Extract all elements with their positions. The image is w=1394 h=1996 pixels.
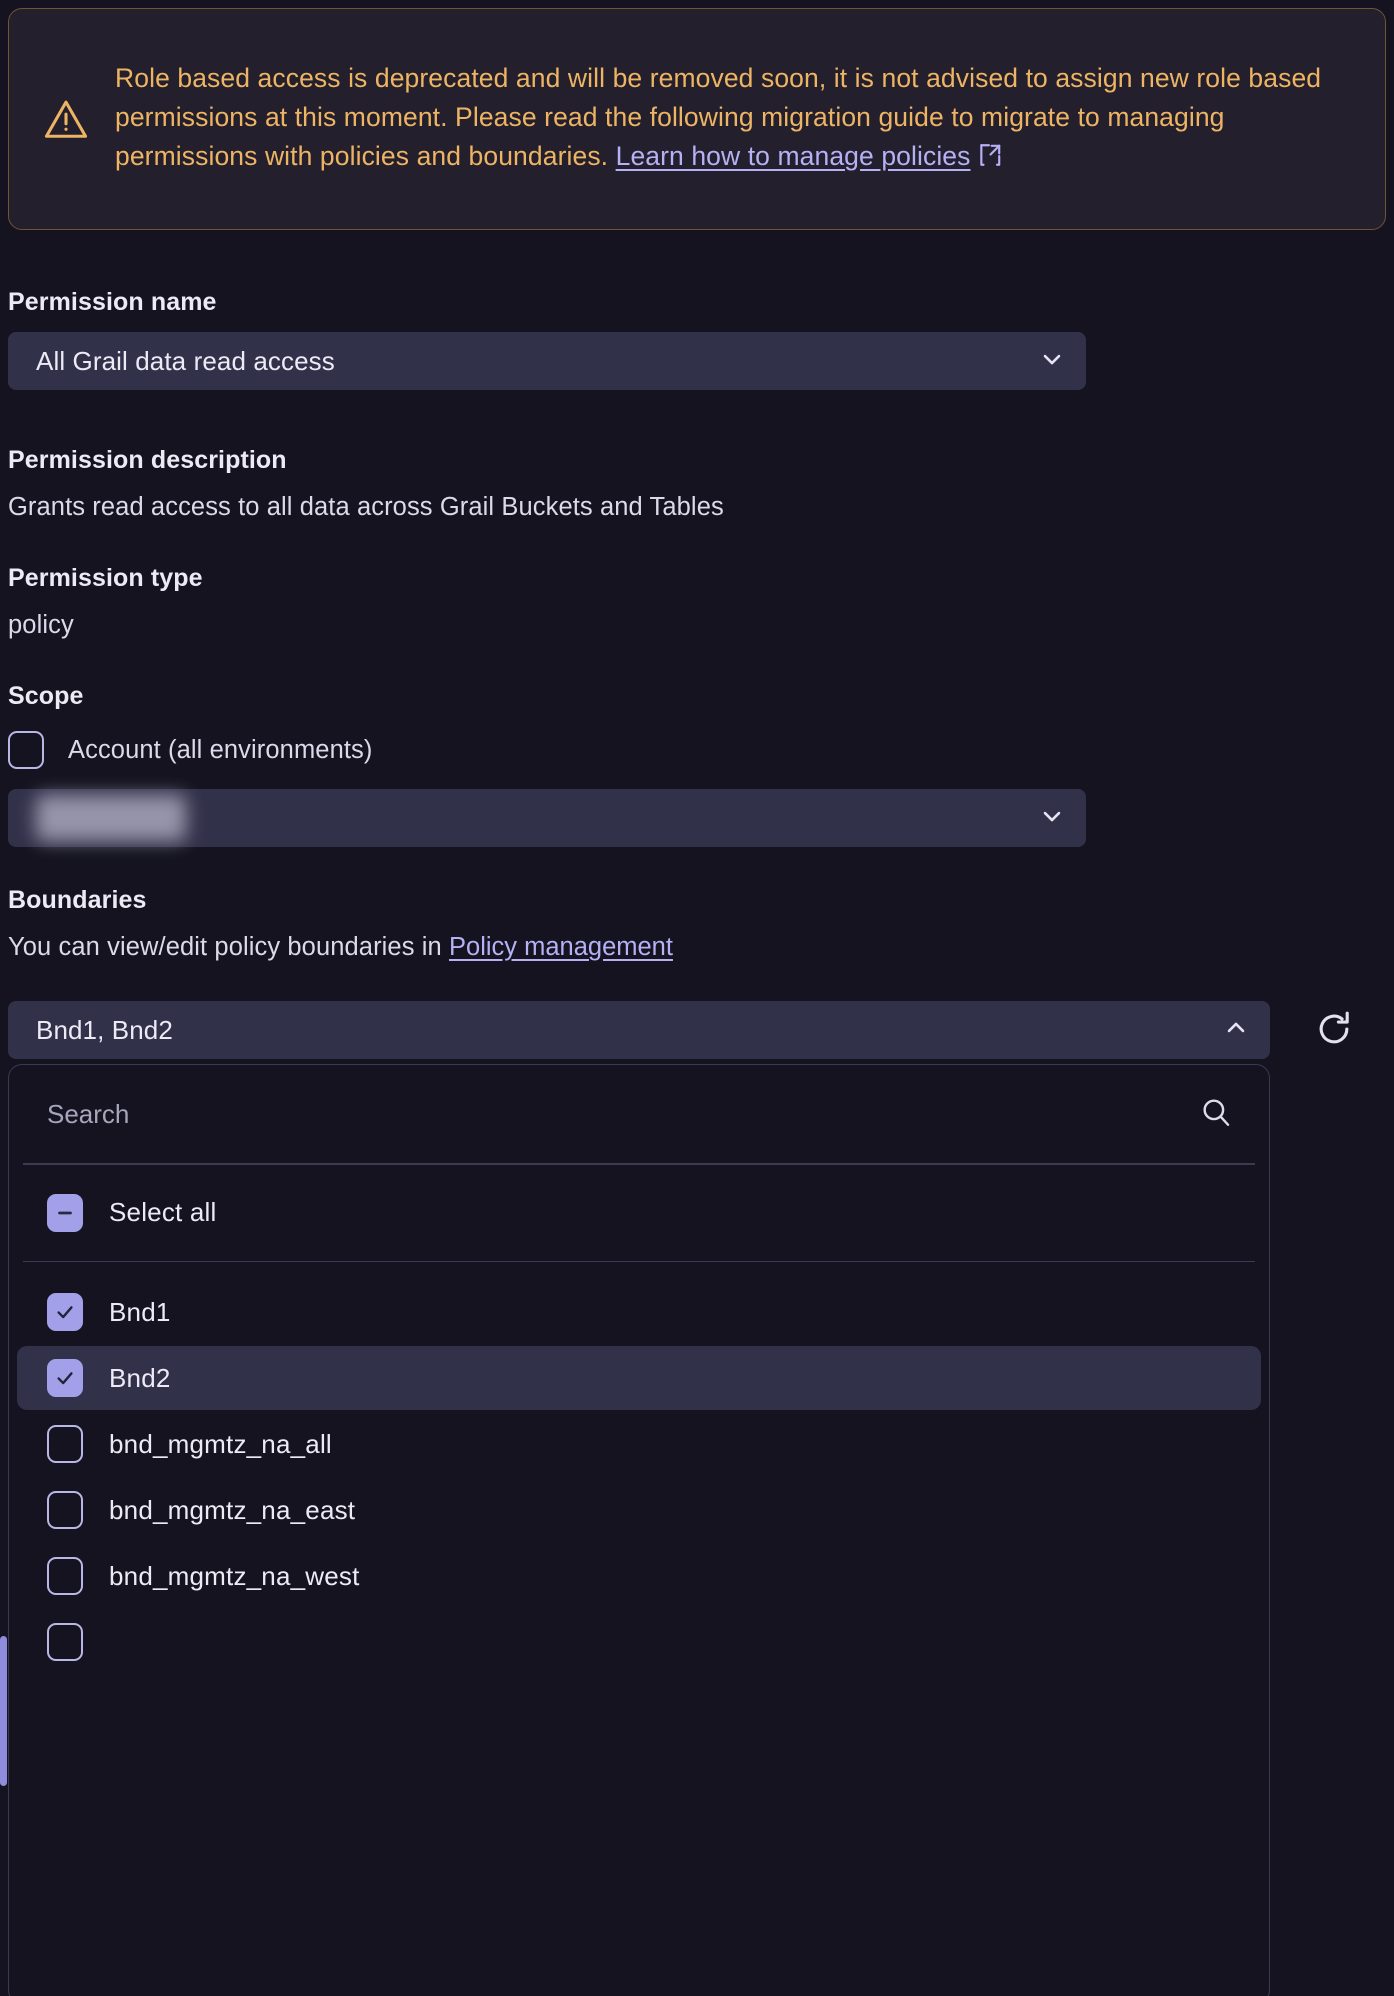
scope-account-label: Account (all environments) bbox=[68, 736, 372, 765]
list-item[interactable]: Bnd2 bbox=[17, 1346, 1261, 1410]
list-item[interactable]: Bnd1 bbox=[17, 1280, 1261, 1344]
list-item[interactable]: bnd_mgmtz_na_east bbox=[17, 1478, 1261, 1542]
permission-name-select[interactable]: All Grail data read access bbox=[8, 332, 1086, 390]
permission-type-value: policy bbox=[8, 611, 74, 639]
list-item-partial[interactable] bbox=[17, 1610, 1261, 1674]
external-link-icon bbox=[977, 140, 1003, 179]
chevron-up-icon[interactable] bbox=[1222, 1014, 1250, 1047]
option-checkbox[interactable] bbox=[47, 1557, 83, 1595]
scope-label-wrap: Scope bbox=[8, 682, 84, 711]
permission-type-label: Permission type bbox=[8, 564, 203, 592]
boundaries-help-text-prefix: You can view/edit policy boundaries in bbox=[8, 933, 449, 961]
scope-environment-redacted-value bbox=[36, 795, 186, 841]
select-all-checkbox[interactable] bbox=[47, 1194, 83, 1232]
warning-triangle-icon bbox=[43, 96, 89, 142]
permission-type-value-wrap: policy bbox=[8, 611, 74, 640]
boundaries-label-wrap: Boundaries bbox=[8, 886, 147, 915]
scope-account-checkbox[interactable] bbox=[8, 731, 44, 769]
refresh-icon[interactable] bbox=[1312, 1038, 1356, 1055]
deprecation-warning-banner: Role based access is deprecated and will… bbox=[8, 8, 1386, 230]
policy-management-link[interactable]: Policy management bbox=[449, 933, 673, 961]
permission-description-label-wrap: Permission description bbox=[8, 446, 287, 475]
boundaries-dropdown-panel: Select all Bnd1 Bnd2 bnd_mgmtz_na_all bn… bbox=[8, 1064, 1270, 1996]
boundaries-refresh-button[interactable] bbox=[1312, 1007, 1356, 1056]
list-item[interactable]: bnd_mgmtz_na_all bbox=[17, 1412, 1261, 1476]
permission-name-label-wrap: Permission name bbox=[8, 288, 217, 317]
option-checkbox[interactable] bbox=[47, 1491, 83, 1529]
chevron-down-icon[interactable] bbox=[1038, 802, 1066, 835]
boundaries-select-value: Bnd1, Bnd2 bbox=[36, 1015, 1222, 1046]
option-label: Bnd1 bbox=[109, 1297, 171, 1328]
permission-name-label: Permission name bbox=[8, 288, 217, 316]
scope-account-checkbox-row[interactable]: Account (all environments) bbox=[8, 731, 372, 769]
search-icon[interactable] bbox=[1199, 1095, 1233, 1134]
option-checkbox[interactable] bbox=[47, 1425, 83, 1463]
chevron-down-icon[interactable] bbox=[1038, 345, 1066, 378]
permission-description-value-wrap: Grants read access to all data across Gr… bbox=[8, 493, 724, 522]
scope-label: Scope bbox=[8, 682, 84, 710]
select-all-label: Select all bbox=[109, 1197, 217, 1228]
option-label: Bnd2 bbox=[109, 1363, 171, 1394]
permission-description-label: Permission description bbox=[8, 446, 287, 474]
dropdown-scrollbar[interactable] bbox=[0, 1636, 7, 1786]
warning-message: Role based access is deprecated and will… bbox=[115, 59, 1355, 179]
option-checkbox[interactable] bbox=[47, 1623, 83, 1661]
option-label: bnd_mgmtz_na_all bbox=[109, 1429, 332, 1460]
boundaries-search-row[interactable] bbox=[9, 1065, 1269, 1163]
learn-how-to-manage-policies-link[interactable]: Learn how to manage policies bbox=[616, 141, 971, 171]
option-label: bnd_mgmtz_na_west bbox=[109, 1561, 360, 1592]
permission-type-label-wrap: Permission type bbox=[8, 564, 203, 593]
boundaries-label: Boundaries bbox=[8, 886, 147, 914]
option-label: bnd_mgmtz_na_east bbox=[109, 1495, 355, 1526]
permission-name-value: All Grail data read access bbox=[36, 346, 1038, 377]
scope-environment-select[interactable] bbox=[8, 789, 1086, 847]
select-all-row[interactable]: Select all bbox=[17, 1177, 1261, 1249]
list-item[interactable]: bnd_mgmtz_na_west bbox=[17, 1544, 1261, 1608]
dropdown-divider-top bbox=[23, 1163, 1255, 1165]
boundaries-search-input[interactable] bbox=[47, 1099, 1199, 1130]
option-checkbox[interactable] bbox=[47, 1359, 83, 1397]
boundaries-select[interactable]: Bnd1, Bnd2 bbox=[8, 1001, 1270, 1059]
dropdown-divider-options bbox=[23, 1261, 1255, 1263]
option-checkbox[interactable] bbox=[47, 1293, 83, 1331]
boundaries-help-text: You can view/edit policy boundaries in P… bbox=[8, 933, 673, 962]
permission-description-value: Grants read access to all data across Gr… bbox=[8, 493, 724, 521]
